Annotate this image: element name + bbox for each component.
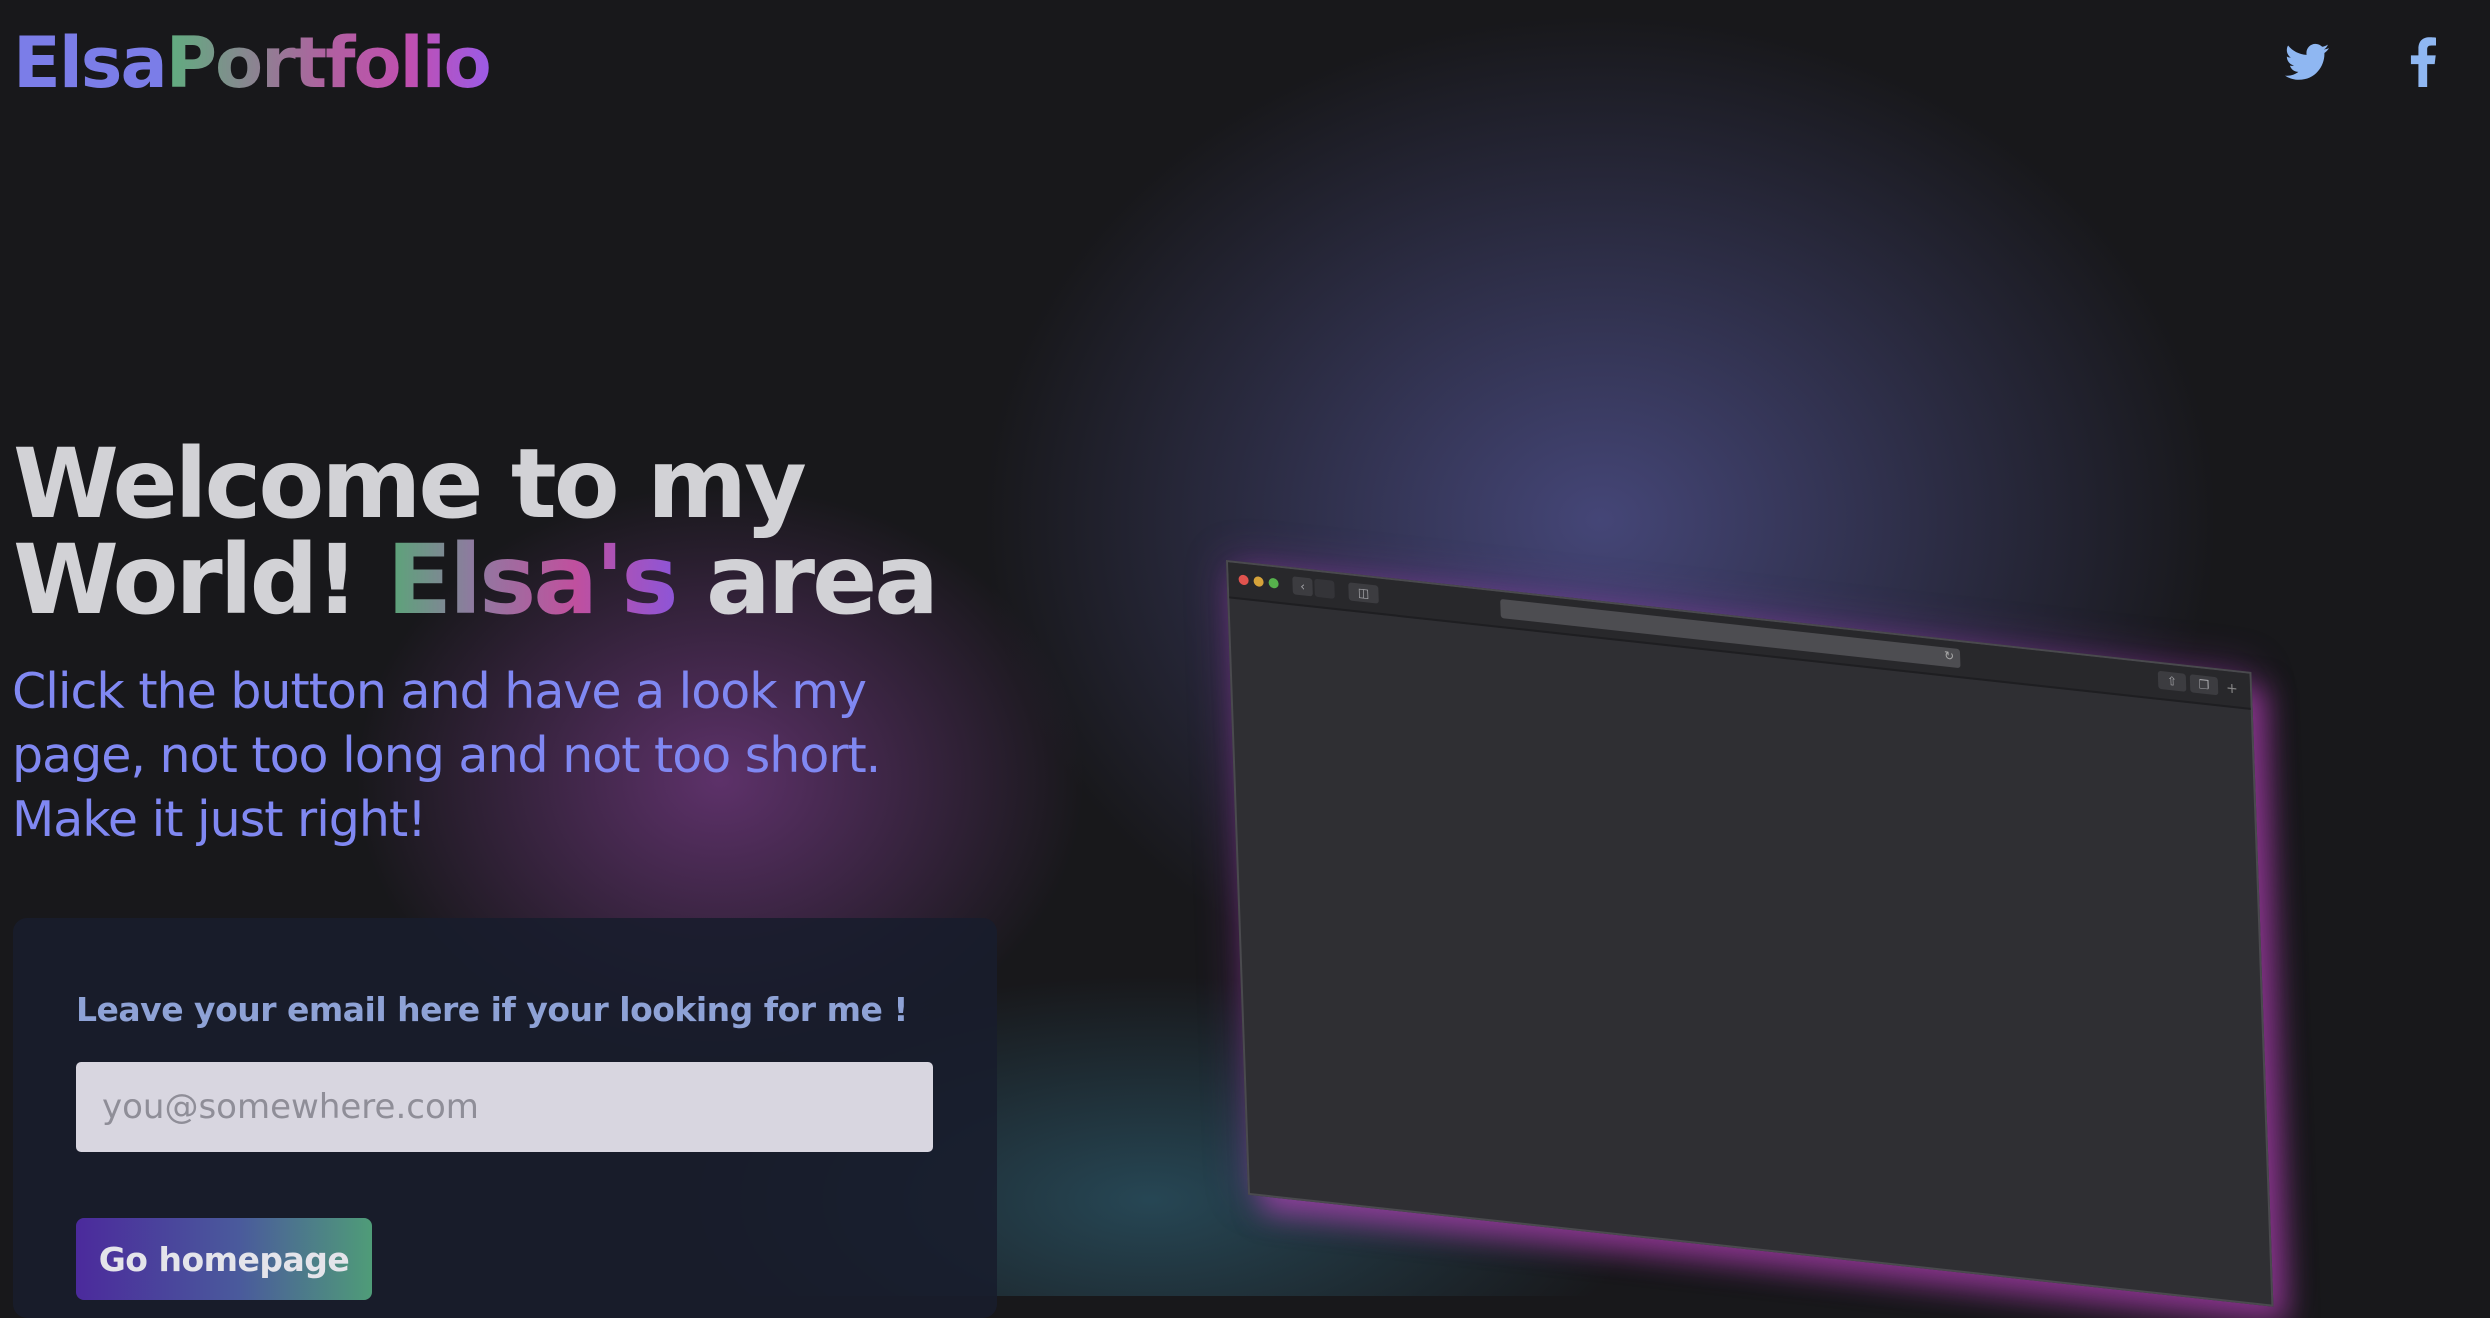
hero-subtitle: Click the button and have a look my page…	[12, 663, 881, 848]
hero-title-suffix: area	[675, 524, 939, 636]
window-close-icon	[1238, 574, 1249, 586]
logo-part-elsa: Elsa	[13, 22, 168, 104]
hero-title-highlight: Elsa's	[386, 524, 679, 636]
hero-title-line1: Welcome to my	[13, 428, 807, 540]
back-arrow-icon: ‹	[1292, 576, 1313, 597]
share-icon: ⇧	[2157, 670, 2187, 692]
hero-title-line2: World! Elsa's area	[13, 532, 1013, 628]
hero-title-prefix: World!	[13, 524, 387, 636]
site-logo[interactable]: ElsaPortfolio	[13, 18, 492, 108]
logo-part-portfolio: Portfolio	[165, 22, 492, 104]
browser-mockup: ‹ ◫ ↻ ⇧ ❐ +	[1226, 560, 2274, 1307]
facebook-link[interactable]	[2398, 36, 2448, 88]
window-minimize-icon	[1253, 576, 1264, 588]
window-maximize-icon	[1268, 577, 1279, 589]
facebook-icon	[2410, 37, 2436, 87]
forward-arrow-icon	[1314, 578, 1335, 599]
browser-toolbar: ‹ ◫ ↻ ⇧ ❐ +	[1228, 562, 2251, 710]
go-homepage-button[interactable]: Go homepage	[76, 1218, 372, 1300]
email-input[interactable]	[76, 1062, 933, 1152]
new-tab-plus-icon: +	[2225, 680, 2239, 698]
tabs-icon: ❐	[2189, 674, 2219, 696]
email-card-label: Leave your email here if your looking fo…	[76, 990, 908, 1029]
sidebar-icon: ◫	[1348, 582, 1379, 604]
address-bar: ↻	[1500, 598, 1961, 669]
twitter-icon	[2285, 43, 2329, 80]
reload-icon: ↻	[1943, 648, 1955, 664]
hero-title: Welcome to my World! Elsa's area	[13, 436, 1013, 628]
email-signup-card: Leave your email here if your looking fo…	[13, 918, 997, 1318]
twitter-link[interactable]	[2282, 36, 2332, 88]
